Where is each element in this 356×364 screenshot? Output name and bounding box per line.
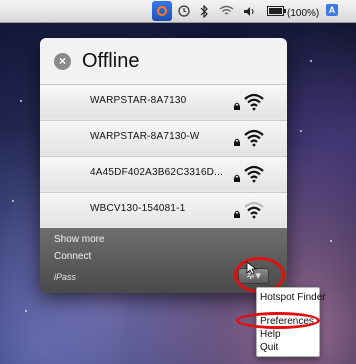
wifi-icon[interactable] <box>218 3 234 19</box>
wallpaper-star <box>300 130 302 132</box>
wallpaper-star <box>310 60 312 62</box>
menu-item-help[interactable]: Help <box>260 329 281 340</box>
battery-percentage: (100%) <box>287 7 320 19</box>
wifi-signal-icon <box>244 201 264 219</box>
connect-link[interactable]: Connect <box>54 251 91 262</box>
network-row[interactable]: WARPSTAR-8A7130 <box>40 84 287 119</box>
lock-icon <box>234 174 240 182</box>
show-more-link[interactable]: Show more <box>54 234 105 245</box>
wallpaper-star <box>330 240 332 242</box>
mouse-pointer-icon <box>246 261 258 275</box>
connection-status: Offline <box>82 50 140 72</box>
network-row[interactable]: WBCV130-154081-1 <box>40 192 287 227</box>
lock-icon <box>234 210 240 218</box>
annotation-oval <box>236 312 320 329</box>
wifi-signal-icon <box>244 93 264 111</box>
input-menu-icon[interactable]: A <box>326 4 338 16</box>
volume-icon[interactable] <box>242 3 256 19</box>
menu-item-quit[interactable]: Quit <box>260 342 278 353</box>
lock-icon <box>234 138 240 146</box>
network-name: WBCV130-154081-1 <box>90 203 186 214</box>
lock-icon <box>234 102 240 110</box>
ipass-panel: × Offline WARPSTAR-8A7130 WARPSTAR-8A713… <box>40 38 287 293</box>
ipass-menubar-icon[interactable] <box>152 1 172 21</box>
ipass-logo-ring <box>157 6 167 16</box>
network-name: 4A45DF402A3B62C3316D... <box>90 167 224 178</box>
wallpaper-star <box>12 200 14 202</box>
battery-icon[interactable] <box>266 3 286 19</box>
network-name: WARPSTAR-8A7130-W <box>90 131 200 142</box>
network-row[interactable]: 4A45DF402A3B62C3316D... <box>40 156 287 191</box>
x-circle-icon: × <box>54 53 71 70</box>
time-machine-icon[interactable] <box>177 3 191 19</box>
network-row[interactable]: WARPSTAR-8A7130-W <box>40 120 287 155</box>
wifi-signal-icon <box>244 129 264 147</box>
bluetooth-icon[interactable] <box>199 3 209 19</box>
wallpaper-star <box>20 100 22 102</box>
wifi-signal-icon <box>244 165 264 183</box>
panel-header: × Offline <box>40 38 287 84</box>
ipass-brand-label: iPass <box>54 272 77 282</box>
network-list: WARPSTAR-8A7130 WARPSTAR-8A7130-W 4A45DF… <box>40 84 287 228</box>
wallpaper-star <box>25 310 27 312</box>
menu-bar: (100%) A <box>0 0 356 23</box>
network-name: WARPSTAR-8A7130 <box>90 95 187 106</box>
menu-item-hotspot-finder[interactable]: Hotspot Finder <box>260 292 326 303</box>
